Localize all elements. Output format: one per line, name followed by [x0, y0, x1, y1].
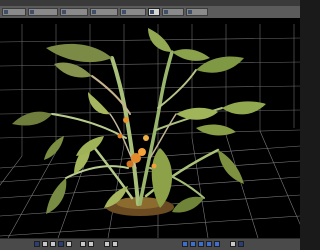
scene-svg [0, 24, 300, 238]
orbit-icon[interactable] [88, 241, 94, 247]
select-tool-icon[interactable] [34, 241, 40, 247]
plant-icon [150, 10, 154, 14]
help-icon[interactable] [238, 241, 244, 247]
tab-5[interactable] [120, 8, 146, 16]
bottom-toolbar [0, 238, 300, 250]
move-tool-icon[interactable] [42, 241, 48, 247]
tab-8[interactable] [186, 8, 208, 16]
preview-icon [188, 10, 192, 14]
view-icon [4, 10, 8, 14]
render-icon [62, 10, 66, 14]
tab-6[interactable] [148, 8, 160, 16]
flowers [117, 117, 157, 169]
undo-icon[interactable] [206, 241, 212, 247]
back-wall-grid [0, 24, 300, 156]
settings-icon[interactable] [198, 241, 204, 247]
scale-tool-icon[interactable] [58, 241, 64, 247]
render-icon[interactable] [182, 241, 188, 247]
grid-toggle-icon[interactable] [190, 241, 196, 247]
save-icon[interactable] [230, 241, 236, 247]
camera-icon [92, 10, 96, 14]
light-icon[interactable] [112, 241, 118, 247]
tab-4[interactable] [90, 8, 118, 16]
pan-icon[interactable] [80, 241, 86, 247]
light-icon [122, 10, 126, 14]
settings-icon [164, 10, 168, 14]
plant-model[interactable] [12, 28, 266, 216]
rotate-tool-icon[interactable] [50, 241, 56, 247]
tab-bar [0, 6, 300, 18]
camera-icon[interactable] [104, 241, 110, 247]
leaves [12, 28, 266, 214]
tab-2[interactable] [28, 8, 58, 16]
tab-1[interactable] [2, 8, 26, 16]
tab-3[interactable] [60, 8, 88, 16]
app-window [0, 0, 300, 250]
grid-icon [30, 10, 34, 14]
tab-7[interactable] [162, 8, 184, 16]
redo-icon[interactable] [214, 241, 220, 247]
3d-viewport[interactable] [0, 18, 300, 238]
zoom-icon[interactable] [66, 241, 72, 247]
